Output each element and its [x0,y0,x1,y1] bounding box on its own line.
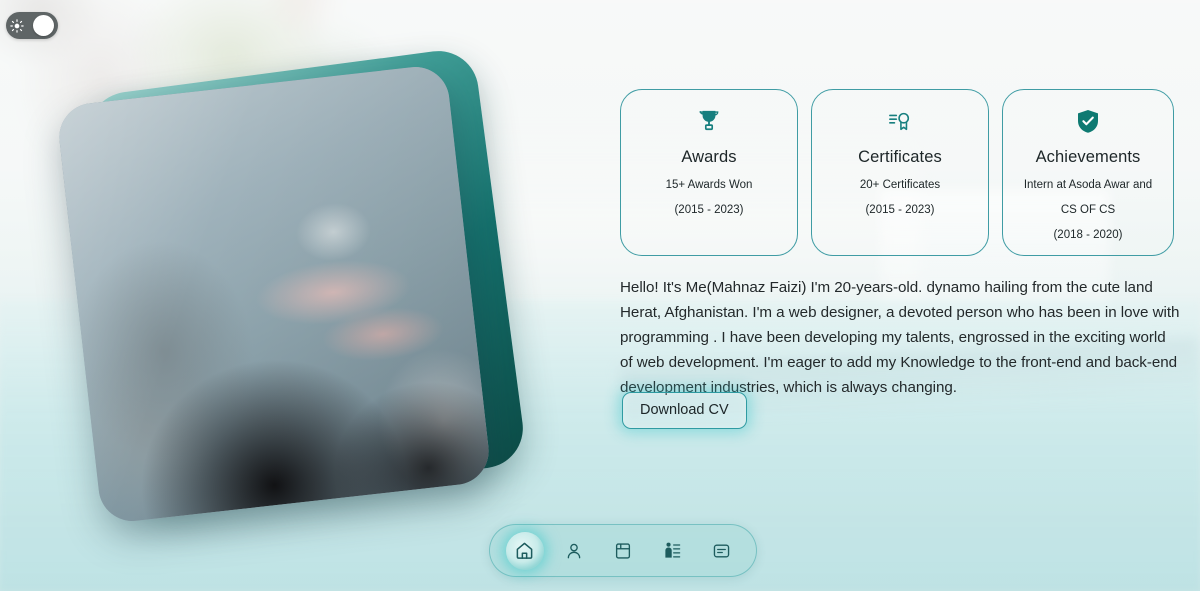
bio-text: Hello! It's Me(Mahnaz Faizi) I'm 20-year… [620,279,1180,396]
nav-contact[interactable] [702,532,740,570]
theme-toggle-switch[interactable]: Toggle dark mode [6,12,58,39]
card-title: Achievements [1035,148,1141,166]
stat-cards: Awards 15+ Awards Won (2015 - 2023) Cert… [620,89,1174,256]
message-icon [712,542,731,560]
profile-photo-stack [52,46,528,525]
card-line: Intern at Asoda Awar and [1023,179,1153,191]
bottom-navbar [489,524,757,577]
card-line: 15+ Awards Won [665,179,753,191]
nav-about[interactable] [555,532,593,570]
certificate-icon [888,109,912,135]
toggle-knob [33,15,54,36]
person-icon [565,542,583,560]
portfolio-page: Toggle dark mode Awards 15+ Awards Won ( [0,0,1200,591]
download-cv-button[interactable]: Download CV [622,392,747,429]
book-icon [614,542,632,560]
card-certificates[interactable]: Certificates 20+ Certificates (2015 - 20… [811,89,989,256]
sun-icon [10,18,24,33]
nav-home[interactable] [505,531,544,570]
card-line: 20+ Certificates [859,179,941,191]
nav-resume[interactable] [604,532,642,570]
trophy-icon [698,109,720,135]
card-awards[interactable]: Awards 15+ Awards Won (2015 - 2023) [620,89,798,256]
nav-skills[interactable] [653,532,691,570]
card-line: CS OF CS [1060,203,1116,216]
card-title: Awards [681,148,737,166]
skills-icon [663,541,682,560]
shield-check-icon [1077,109,1099,135]
card-line: (2018 - 2020) [1053,228,1123,241]
profile-photo-sheen [55,63,493,525]
card-achievements[interactable]: Achievements Intern at Asoda Awar and CS… [1002,89,1174,256]
home-icon [515,541,534,560]
card-line: (2015 - 2023) [674,203,744,216]
profile-photo [55,63,493,525]
card-title: Certificates [858,148,942,166]
card-line: (2015 - 2023) [865,203,935,216]
